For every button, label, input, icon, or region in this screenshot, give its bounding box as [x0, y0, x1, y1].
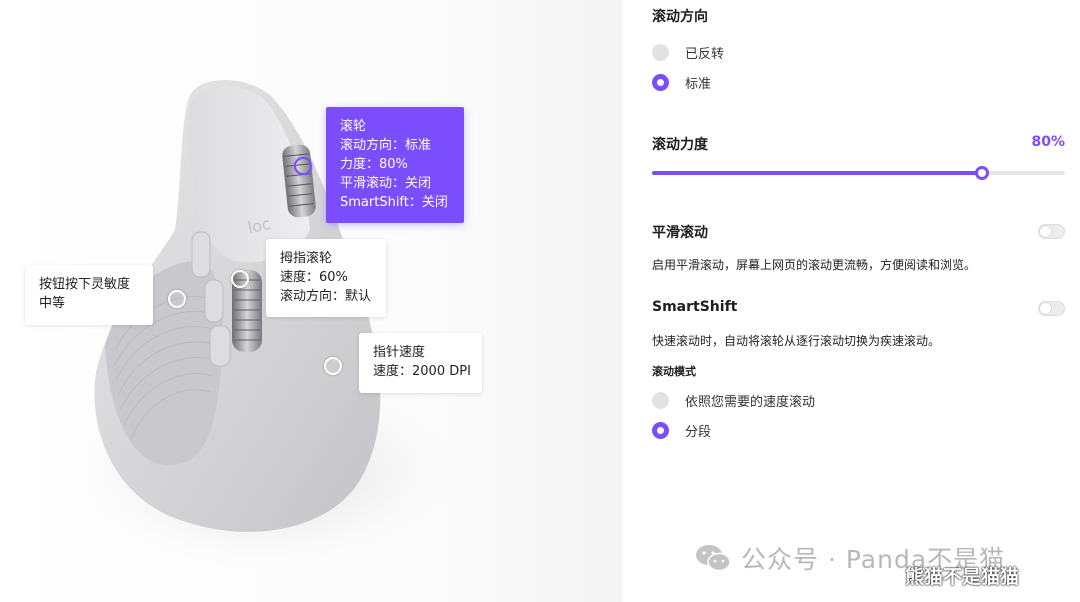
callout-title: 滚轮 — [340, 119, 367, 134]
radio-option-reversed[interactable]: 已反转 — [652, 43, 724, 62]
wechat-icon — [696, 545, 731, 572]
radio-label: 标准 — [685, 77, 712, 92]
settings-panel: 滚动方向 已反转 标准 滚动力度 80% 平滑滚动 启用平滑滚动，屏幕上网页的滚… — [622, 0, 1080, 602]
callout-title: 指针速度 — [373, 345, 426, 360]
watermark-overlay: 熊猫不是猫猫 — [905, 566, 1020, 588]
callout-line: 速度：60% — [280, 270, 348, 285]
scroll-wheel-callout[interactable]: 滚轮 滚动方向：标准 力度：80% 平滑滚动：关闭 SmartShift：关闭 — [326, 107, 464, 223]
button-sensitivity-callout[interactable]: 按钮按下灵敏度 中等 — [25, 265, 153, 325]
smooth-scroll-title: 平滑滚动 — [652, 225, 708, 241]
scroll-force-title: 滚动力度 — [652, 137, 708, 153]
slider-thumb[interactable] — [975, 166, 990, 180]
callout-line: 滚动方向：默认 — [280, 289, 372, 304]
smartshift-title: SmartShift — [652, 299, 738, 315]
callout-line: 滚动方向：标准 — [340, 138, 432, 153]
radio-button-selected[interactable] — [652, 422, 669, 439]
radio-label: 已反转 — [685, 47, 725, 62]
slider-fill — [652, 171, 983, 175]
radio-label: 依照您需要的速度滚动 — [685, 395, 816, 410]
pointer-speed-hotspot[interactable] — [324, 357, 342, 375]
callout-line: 中等 — [39, 296, 66, 311]
radio-option-standard[interactable]: 标准 — [652, 73, 711, 92]
scroll-force-value: 80% — [1031, 134, 1065, 150]
smartshift-toggle[interactable] — [1038, 301, 1065, 316]
callout-line: 速度：2000 DPI — [373, 364, 471, 379]
thumb-wheel-callout[interactable]: 拇指滚轮 速度：60% 滚动方向：默认 — [266, 239, 386, 317]
scroll-direction-title: 滚动方向 — [652, 9, 708, 25]
pointer-speed-callout[interactable]: 指针速度 速度：2000 DPI — [359, 333, 482, 393]
radio-label: 分段 — [685, 425, 712, 440]
scroll-wheel-hotspot[interactable] — [294, 157, 312, 175]
radio-option-speed-scroll[interactable]: 依照您需要的速度滚动 — [652, 391, 815, 410]
device-view: loc 滚轮 滚动方向：标准 力度：80% 平滑滚动：关闭 SmartShift… — [0, 0, 622, 602]
radio-button[interactable] — [652, 44, 669, 61]
smooth-scroll-toggle[interactable] — [1038, 224, 1065, 239]
callout-title: 拇指滚轮 — [280, 251, 333, 266]
callout-line: SmartShift：关闭 — [340, 195, 448, 210]
smooth-scroll-description: 启用平滑滚动，屏幕上网页的滚动更流畅，方便阅读和浏览。 — [652, 258, 977, 272]
button-sensitivity-hotspot[interactable] — [168, 290, 186, 308]
radio-button-selected[interactable] — [652, 74, 669, 91]
scroll-force-slider[interactable] — [652, 166, 1065, 180]
smartshift-description: 快速滚动时，自动将滚轮从逐行滚动切换为疾速滚动。 — [652, 334, 941, 348]
callout-line: 平滑滚动：关闭 — [340, 176, 432, 191]
callout-title: 按钮按下灵敏度 — [39, 277, 131, 292]
radio-option-ratchet[interactable]: 分段 — [652, 421, 711, 440]
callout-line: 力度：80% — [340, 157, 408, 172]
radio-button[interactable] — [652, 392, 669, 409]
scroll-mode-title: 滚动模式 — [652, 365, 696, 378]
thumb-wheel-hotspot[interactable] — [231, 270, 249, 288]
